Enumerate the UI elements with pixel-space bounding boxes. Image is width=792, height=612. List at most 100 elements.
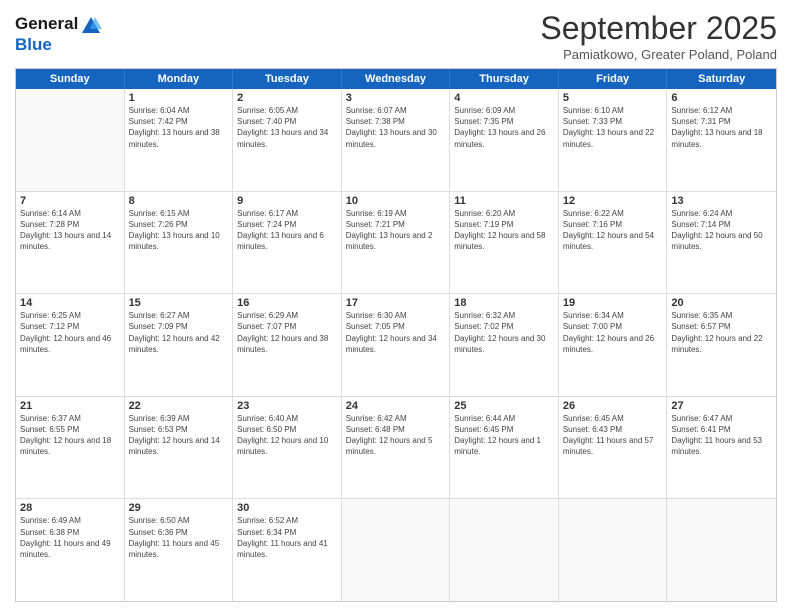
cell-info: Sunrise: 6:42 AMSunset: 6:48 PMDaylight:… [346, 413, 446, 458]
calendar-cell: 25Sunrise: 6:44 AMSunset: 6:45 PMDayligh… [450, 397, 559, 499]
cell-date: 17 [346, 297, 446, 309]
cell-date: 11 [454, 195, 554, 207]
calendar-cell [450, 499, 559, 601]
calendar-cell: 30Sunrise: 6:52 AMSunset: 6:34 PMDayligh… [233, 499, 342, 601]
cell-info: Sunrise: 6:14 AMSunset: 7:28 PMDaylight:… [20, 208, 120, 253]
calendar-cell: 4Sunrise: 6:09 AMSunset: 7:35 PMDaylight… [450, 89, 559, 191]
cell-info: Sunrise: 6:17 AMSunset: 7:24 PMDaylight:… [237, 208, 337, 253]
calendar-cell: 6Sunrise: 6:12 AMSunset: 7:31 PMDaylight… [667, 89, 776, 191]
cell-date: 26 [563, 400, 663, 412]
calendar-cell: 21Sunrise: 6:37 AMSunset: 6:55 PMDayligh… [16, 397, 125, 499]
logo-blue: Blue [15, 35, 102, 55]
calendar-cell: 1Sunrise: 6:04 AMSunset: 7:42 PMDaylight… [125, 89, 234, 191]
cell-date: 23 [237, 400, 337, 412]
cell-info: Sunrise: 6:40 AMSunset: 6:50 PMDaylight:… [237, 413, 337, 458]
calendar-cell: 16Sunrise: 6:29 AMSunset: 7:07 PMDayligh… [233, 294, 342, 396]
cell-date: 10 [346, 195, 446, 207]
cell-info: Sunrise: 6:27 AMSunset: 7:09 PMDaylight:… [129, 310, 229, 355]
month-title: September 2025 [540, 10, 777, 47]
day-header-sunday: Sunday [16, 69, 125, 89]
cell-date: 1 [129, 92, 229, 104]
calendar-cell: 27Sunrise: 6:47 AMSunset: 6:41 PMDayligh… [667, 397, 776, 499]
cell-date: 5 [563, 92, 663, 104]
cell-date: 22 [129, 400, 229, 412]
cell-date: 8 [129, 195, 229, 207]
cell-date: 18 [454, 297, 554, 309]
calendar-cell: 26Sunrise: 6:45 AMSunset: 6:43 PMDayligh… [559, 397, 668, 499]
day-header-tuesday: Tuesday [233, 69, 342, 89]
page: General Blue September 2025 Pamiatkowo, … [0, 0, 792, 612]
day-header-monday: Monday [125, 69, 234, 89]
cell-date: 7 [20, 195, 120, 207]
cell-info: Sunrise: 6:20 AMSunset: 7:19 PMDaylight:… [454, 208, 554, 253]
calendar-cell: 22Sunrise: 6:39 AMSunset: 6:53 PMDayligh… [125, 397, 234, 499]
calendar-cell [667, 499, 776, 601]
calendar-cell [342, 499, 451, 601]
cell-date: 4 [454, 92, 554, 104]
cell-info: Sunrise: 6:34 AMSunset: 7:00 PMDaylight:… [563, 310, 663, 355]
cell-info: Sunrise: 6:09 AMSunset: 7:35 PMDaylight:… [454, 105, 554, 150]
calendar-cell: 13Sunrise: 6:24 AMSunset: 7:14 PMDayligh… [667, 192, 776, 294]
calendar-cell: 15Sunrise: 6:27 AMSunset: 7:09 PMDayligh… [125, 294, 234, 396]
cell-date: 12 [563, 195, 663, 207]
cell-date: 13 [671, 195, 772, 207]
cell-date: 9 [237, 195, 337, 207]
calendar: SundayMondayTuesdayWednesdayThursdayFrid… [15, 68, 777, 602]
calendar-cell: 17Sunrise: 6:30 AMSunset: 7:05 PMDayligh… [342, 294, 451, 396]
header: General Blue September 2025 Pamiatkowo, … [15, 10, 777, 62]
calendar-cell: 18Sunrise: 6:32 AMSunset: 7:02 PMDayligh… [450, 294, 559, 396]
cell-info: Sunrise: 6:10 AMSunset: 7:33 PMDaylight:… [563, 105, 663, 150]
cell-date: 25 [454, 400, 554, 412]
calendar-cell: 11Sunrise: 6:20 AMSunset: 7:19 PMDayligh… [450, 192, 559, 294]
calendar-body: 1Sunrise: 6:04 AMSunset: 7:42 PMDaylight… [16, 89, 776, 601]
calendar-cell [16, 89, 125, 191]
cell-info: Sunrise: 6:35 AMSunset: 6:57 PMDaylight:… [671, 310, 772, 355]
calendar-cell [559, 499, 668, 601]
cell-info: Sunrise: 6:04 AMSunset: 7:42 PMDaylight:… [129, 105, 229, 150]
cell-date: 3 [346, 92, 446, 104]
calendar-cell: 10Sunrise: 6:19 AMSunset: 7:21 PMDayligh… [342, 192, 451, 294]
calendar-cell: 7Sunrise: 6:14 AMSunset: 7:28 PMDaylight… [16, 192, 125, 294]
calendar-cell: 23Sunrise: 6:40 AMSunset: 6:50 PMDayligh… [233, 397, 342, 499]
cell-info: Sunrise: 6:49 AMSunset: 6:38 PMDaylight:… [20, 515, 120, 560]
cell-info: Sunrise: 6:32 AMSunset: 7:02 PMDaylight:… [454, 310, 554, 355]
cell-date: 24 [346, 400, 446, 412]
title-block: September 2025 Pamiatkowo, Greater Polan… [540, 10, 777, 62]
cell-date: 27 [671, 400, 772, 412]
week-row-5: 28Sunrise: 6:49 AMSunset: 6:38 PMDayligh… [16, 499, 776, 601]
calendar-cell: 3Sunrise: 6:07 AMSunset: 7:38 PMDaylight… [342, 89, 451, 191]
cell-info: Sunrise: 6:44 AMSunset: 6:45 PMDaylight:… [454, 413, 554, 458]
week-row-4: 21Sunrise: 6:37 AMSunset: 6:55 PMDayligh… [16, 397, 776, 500]
week-row-3: 14Sunrise: 6:25 AMSunset: 7:12 PMDayligh… [16, 294, 776, 397]
cell-date: 28 [20, 502, 120, 514]
cell-info: Sunrise: 6:37 AMSunset: 6:55 PMDaylight:… [20, 413, 120, 458]
cell-info: Sunrise: 6:50 AMSunset: 6:36 PMDaylight:… [129, 515, 229, 560]
day-header-thursday: Thursday [450, 69, 559, 89]
cell-info: Sunrise: 6:45 AMSunset: 6:43 PMDaylight:… [563, 413, 663, 458]
cell-date: 15 [129, 297, 229, 309]
day-header-wednesday: Wednesday [342, 69, 451, 89]
cell-date: 20 [671, 297, 772, 309]
week-row-2: 7Sunrise: 6:14 AMSunset: 7:28 PMDaylight… [16, 192, 776, 295]
cell-date: 2 [237, 92, 337, 104]
cell-date: 30 [237, 502, 337, 514]
calendar-cell: 20Sunrise: 6:35 AMSunset: 6:57 PMDayligh… [667, 294, 776, 396]
cell-info: Sunrise: 6:30 AMSunset: 7:05 PMDaylight:… [346, 310, 446, 355]
cell-info: Sunrise: 6:47 AMSunset: 6:41 PMDaylight:… [671, 413, 772, 458]
cell-info: Sunrise: 6:05 AMSunset: 7:40 PMDaylight:… [237, 105, 337, 150]
cell-info: Sunrise: 6:24 AMSunset: 7:14 PMDaylight:… [671, 208, 772, 253]
calendar-cell: 19Sunrise: 6:34 AMSunset: 7:00 PMDayligh… [559, 294, 668, 396]
cell-date: 29 [129, 502, 229, 514]
day-header-friday: Friday [559, 69, 668, 89]
calendar-cell: 24Sunrise: 6:42 AMSunset: 6:48 PMDayligh… [342, 397, 451, 499]
cell-info: Sunrise: 6:25 AMSunset: 7:12 PMDaylight:… [20, 310, 120, 355]
cell-info: Sunrise: 6:39 AMSunset: 6:53 PMDaylight:… [129, 413, 229, 458]
cell-date: 21 [20, 400, 120, 412]
logo-text: General [15, 14, 102, 35]
cell-info: Sunrise: 6:07 AMSunset: 7:38 PMDaylight:… [346, 105, 446, 150]
calendar-cell: 14Sunrise: 6:25 AMSunset: 7:12 PMDayligh… [16, 294, 125, 396]
cell-info: Sunrise: 6:52 AMSunset: 6:34 PMDaylight:… [237, 515, 337, 560]
calendar-cell: 2Sunrise: 6:05 AMSunset: 7:40 PMDaylight… [233, 89, 342, 191]
calendar-cell: 9Sunrise: 6:17 AMSunset: 7:24 PMDaylight… [233, 192, 342, 294]
cell-info: Sunrise: 6:15 AMSunset: 7:26 PMDaylight:… [129, 208, 229, 253]
